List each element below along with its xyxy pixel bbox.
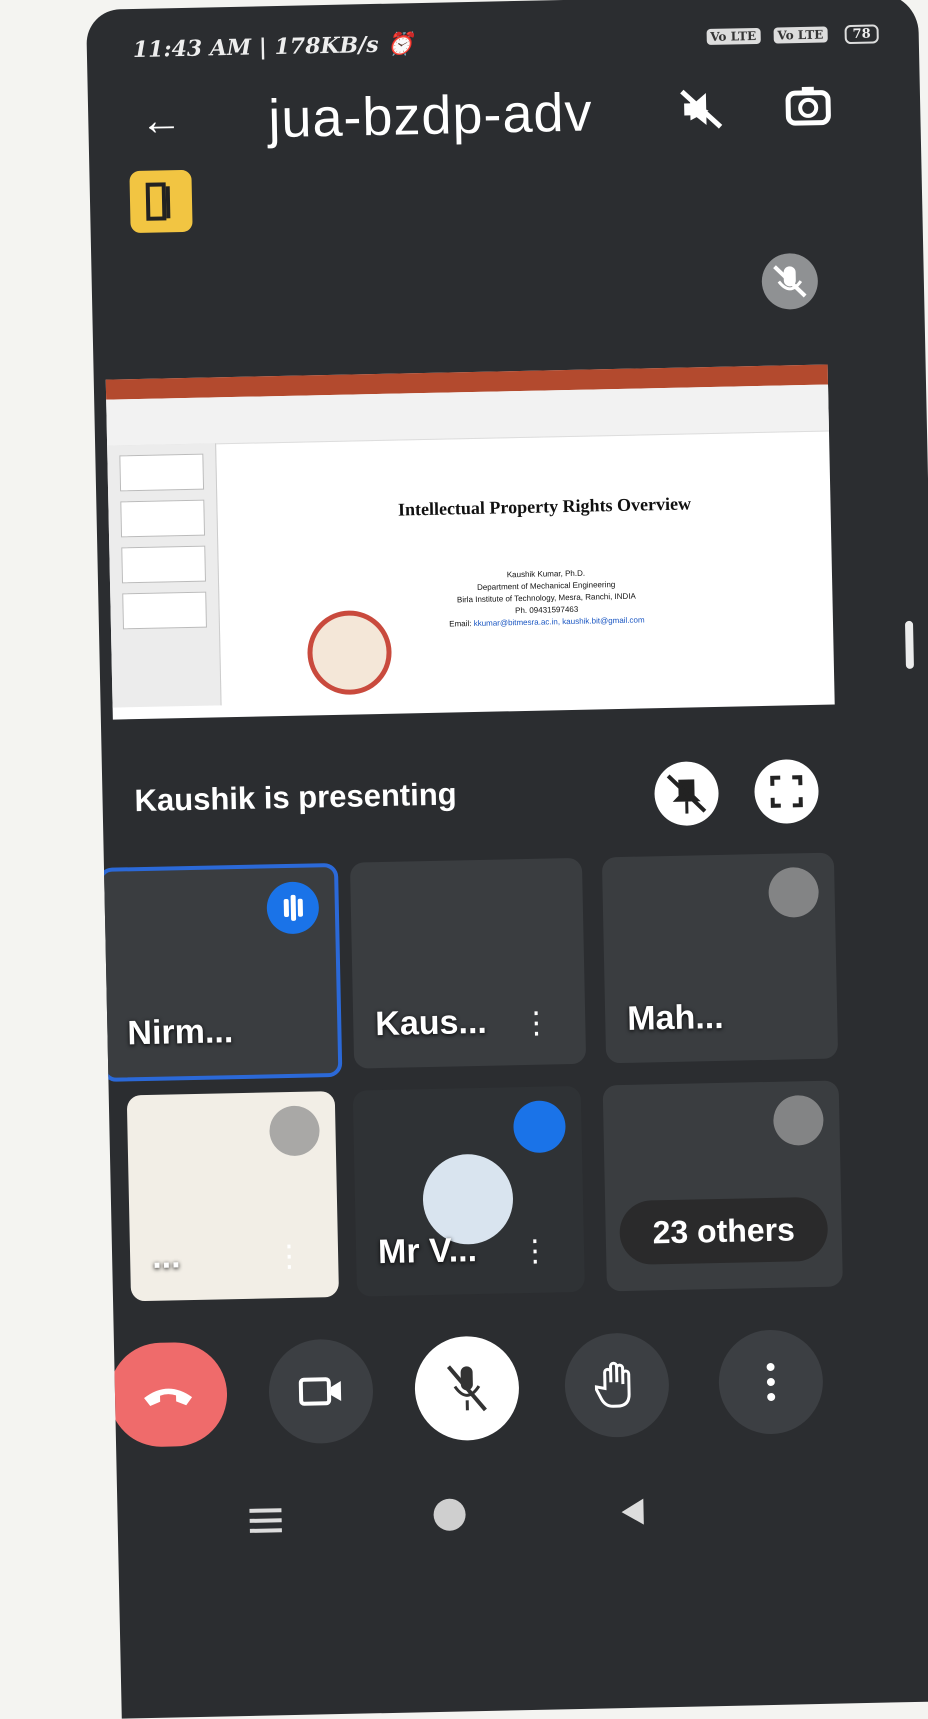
participant-tile[interactable]: Mah... bbox=[601, 852, 839, 1064]
current-slide: Intellectual Property Rights Overview Ka… bbox=[283, 451, 809, 696]
recent-apps-icon[interactable] bbox=[247, 1506, 284, 1535]
switch-camera-icon[interactable] bbox=[782, 80, 835, 133]
more-vertical-icon bbox=[766, 1362, 776, 1401]
more-options-icon[interactable]: ⋮ bbox=[521, 1005, 552, 1041]
institute-logo bbox=[306, 609, 393, 696]
participant-name: Mr V... bbox=[377, 1231, 478, 1272]
unpin-button[interactable] bbox=[653, 760, 720, 827]
end-call-button[interactable] bbox=[107, 1341, 229, 1448]
hand-icon bbox=[594, 1361, 631, 1408]
participant-tile[interactable]: Nirm... bbox=[97, 862, 343, 1082]
mic-off-icon bbox=[269, 1105, 321, 1157]
more-options-icon[interactable]: ⋮ bbox=[520, 1234, 551, 1270]
back-triangle-icon[interactable] bbox=[617, 1497, 648, 1528]
speaking-indicator-icon bbox=[266, 881, 320, 935]
signal-2-label: Vo LTE bbox=[773, 26, 828, 44]
slide-thumbnail bbox=[120, 499, 206, 538]
fullscreen-button[interactable] bbox=[753, 758, 820, 825]
more-options-button[interactable] bbox=[717, 1328, 824, 1436]
participant-tile[interactable]: ... ⋮ bbox=[126, 1091, 340, 1302]
participant-name: Kaus... bbox=[374, 1002, 488, 1044]
door-icon[interactable] bbox=[129, 169, 193, 234]
speaker-off-icon[interactable] bbox=[674, 83, 727, 136]
back-arrow-icon[interactable]: ← bbox=[140, 96, 183, 145]
meeting-code[interactable]: jua-bzdp-adv bbox=[268, 81, 593, 150]
alarm-icon: ⏰ bbox=[386, 31, 414, 58]
slide-thumbnail bbox=[121, 545, 206, 584]
meeting-header: ← jua-bzdp-adv ▶ bbox=[118, 73, 901, 159]
participant-name: Mah... bbox=[626, 997, 724, 1038]
participant-tile[interactable]: Mr V... ⋮ bbox=[352, 1085, 585, 1297]
battery-level: 78 bbox=[844, 24, 879, 45]
mic-off-icon bbox=[768, 866, 820, 918]
participant-name: Nirm... bbox=[127, 1012, 234, 1053]
speaking-indicator-icon bbox=[512, 1100, 567, 1154]
participant-name: ... bbox=[151, 1237, 181, 1276]
status-time: 11:43 AM | 178KB/s bbox=[132, 31, 379, 64]
home-button[interactable] bbox=[433, 1498, 466, 1532]
presenting-status: Kaushik is presenting bbox=[134, 776, 458, 819]
slide-title: Intellectual Property Rights Overview bbox=[397, 493, 692, 520]
more-options-icon[interactable]: ⋮ bbox=[274, 1239, 305, 1275]
phone-icon bbox=[144, 1388, 193, 1406]
phone-screen: 11:43 AM | 178KB/s ⏰ Vo LTE Vo LTE 78 ← … bbox=[86, 0, 928, 1719]
signal-1-label: Vo LTE bbox=[706, 27, 761, 46]
status-bar: 11:43 AM | 178KB/s ⏰ Vo LTE Vo LTE 78 bbox=[133, 21, 890, 77]
slide-email-label: Email: bbox=[449, 619, 472, 629]
participant-tile[interactable]: Kaus... ⋮ bbox=[349, 857, 587, 1069]
slide-email: kkumar@bitmesra.ac.in, kaushik.bit@gmail… bbox=[473, 615, 645, 629]
system-navigation-bar bbox=[227, 1488, 748, 1559]
mic-off-icon bbox=[761, 252, 819, 310]
microphone-off-icon bbox=[446, 1365, 487, 1412]
scrollbar[interactable] bbox=[904, 620, 914, 669]
mic-off-icon bbox=[772, 1094, 824, 1146]
camera-button[interactable] bbox=[267, 1338, 375, 1445]
microphone-button[interactable] bbox=[413, 1335, 521, 1442]
shared-screen[interactable]: Intellectual Property Rights Overview Ka… bbox=[105, 364, 835, 720]
participant-tile[interactable]: 23 others bbox=[602, 1080, 843, 1292]
others-count-badge[interactable]: 23 others bbox=[619, 1196, 829, 1266]
video-camera-icon bbox=[298, 1377, 342, 1406]
slide-thumbnail bbox=[122, 591, 207, 630]
raise-hand-button[interactable] bbox=[563, 1332, 670, 1439]
slide-thumbnail bbox=[119, 453, 205, 492]
slide-thumbnails bbox=[107, 443, 222, 708]
